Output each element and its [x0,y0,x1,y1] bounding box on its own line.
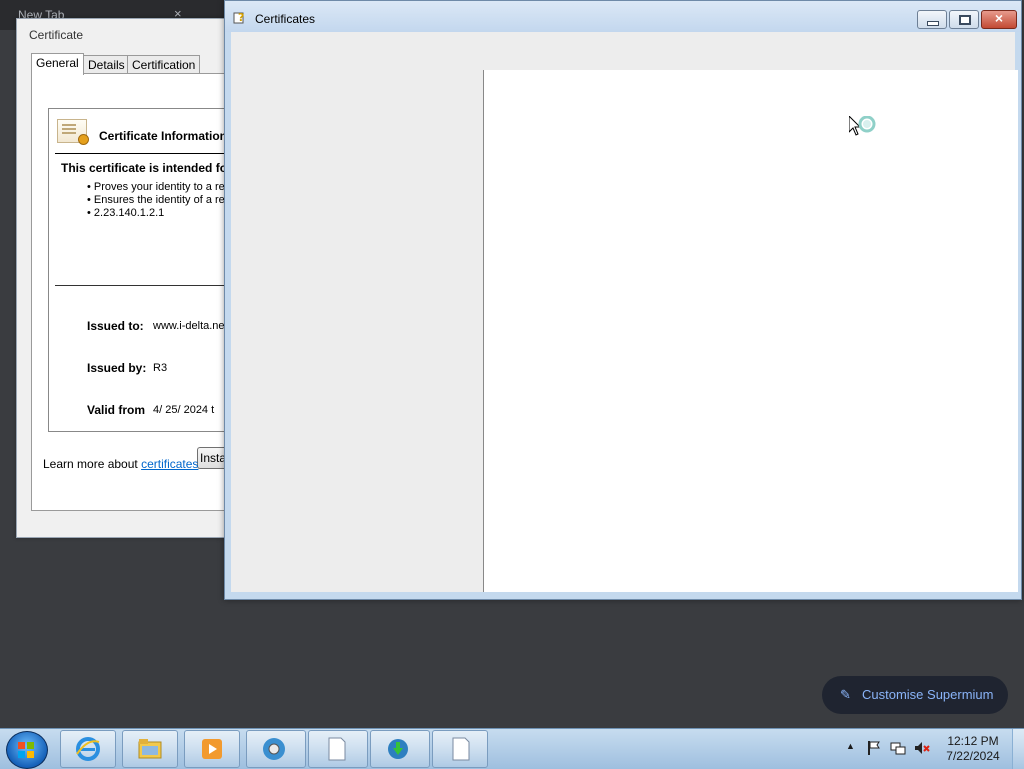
title-bar[interactable]: ? Certificates × [225,1,1021,32]
maximize-icon [959,15,971,25]
window-title: Certificates [255,12,316,26]
issued-by-value: R3 [153,362,168,374]
issued-by-label: Issued by: [87,361,147,375]
learn-more-prefix: Learn more about [43,457,138,471]
network-icon[interactable] [890,740,906,756]
divider [55,153,249,154]
valid-from-value: 4/ 25/ 2024 t [153,404,215,416]
media-player-icon [202,739,222,759]
learn-more-text: Learn more about certificates [43,457,198,471]
customise-supermium-button[interactable]: ✎ Customise Supermium [822,676,1008,714]
busy-cursor-icon [849,116,876,136]
left-pane[interactable] [231,70,481,592]
pencil-icon: ✎ [840,687,851,702]
certificate-icon [57,119,89,145]
divider [55,285,249,286]
taskbar-blank-document[interactable] [308,730,368,768]
certificate-info-box: Certificate Information This certificate… [48,108,249,432]
tab-certification-path[interactable]: Certification Path [127,55,201,90]
issued-to-label: Issued to: [87,319,144,333]
document-icon [328,737,346,761]
minimize-button[interactable] [917,10,947,29]
volume-muted-icon[interactable] [914,740,930,756]
start-button[interactable] [6,731,48,769]
issued-to-value: www.i-delta.ne [153,320,225,332]
certificates-window: ? Certificates × [224,0,1022,600]
minimize-icon [927,21,939,26]
svg-text:?: ? [238,11,244,24]
valid-from-label: Valid from [87,403,146,417]
taskbar-supermium-browser[interactable] [246,730,306,768]
taskbar-media-player[interactable] [184,730,240,768]
flag-icon[interactable] [866,740,882,756]
certificate-help-icon: ? [233,11,244,24]
purpose-item: • Proves your identity to a re [87,181,225,193]
taskbar-download-manager[interactable] [370,730,430,768]
certificate-heading: Certificate Information [99,129,228,143]
download-manager-icon [388,739,408,759]
tab-details[interactable]: Details [83,55,130,74]
purpose-list: • Proves your identity to a re • Ensures… [87,181,225,220]
internet-explorer-icon [76,737,100,761]
show-hidden-icons-button[interactable]: ▲ [846,741,855,751]
taskbar-blank-document[interactable] [432,730,488,768]
dialog-title: Certificate [29,28,84,42]
purpose-item: • 2.23.140.1.2.1 [87,207,165,219]
folder-icon [138,739,162,759]
purpose-item: • Ensures the identity of a re [87,194,225,206]
intended-for-label: This certificate is intended for [61,161,232,175]
taskbar-file-explorer[interactable] [122,730,178,768]
certificates-link[interactable]: certificates [141,457,198,471]
close-button[interactable]: × [981,10,1017,29]
windows-logo-icon [18,742,34,758]
system-clock[interactable]: 12:12 PM 7/22/2024 [940,734,1006,764]
maximize-button[interactable] [949,10,979,29]
clock-time: 12:12 PM [947,734,999,748]
right-pane[interactable] [483,70,1018,592]
window-content [231,32,1018,592]
document-icon [452,737,470,761]
taskbar: ▲ 12:12 PM 7/22/2024 [0,728,1024,769]
customise-label: Customise Supermium [862,687,994,702]
clock-date: 7/22/2024 [946,749,1000,763]
close-icon: × [994,10,1004,26]
taskbar-internet-explorer[interactable] [60,730,116,768]
certificate-dialog: Certificate General Details Certificatio… [16,18,249,538]
show-desktop-button[interactable] [1012,729,1024,769]
browser-icon [263,738,285,760]
tab-general[interactable]: General [31,53,84,75]
general-panel: Certificate Information This certificate… [31,73,249,511]
